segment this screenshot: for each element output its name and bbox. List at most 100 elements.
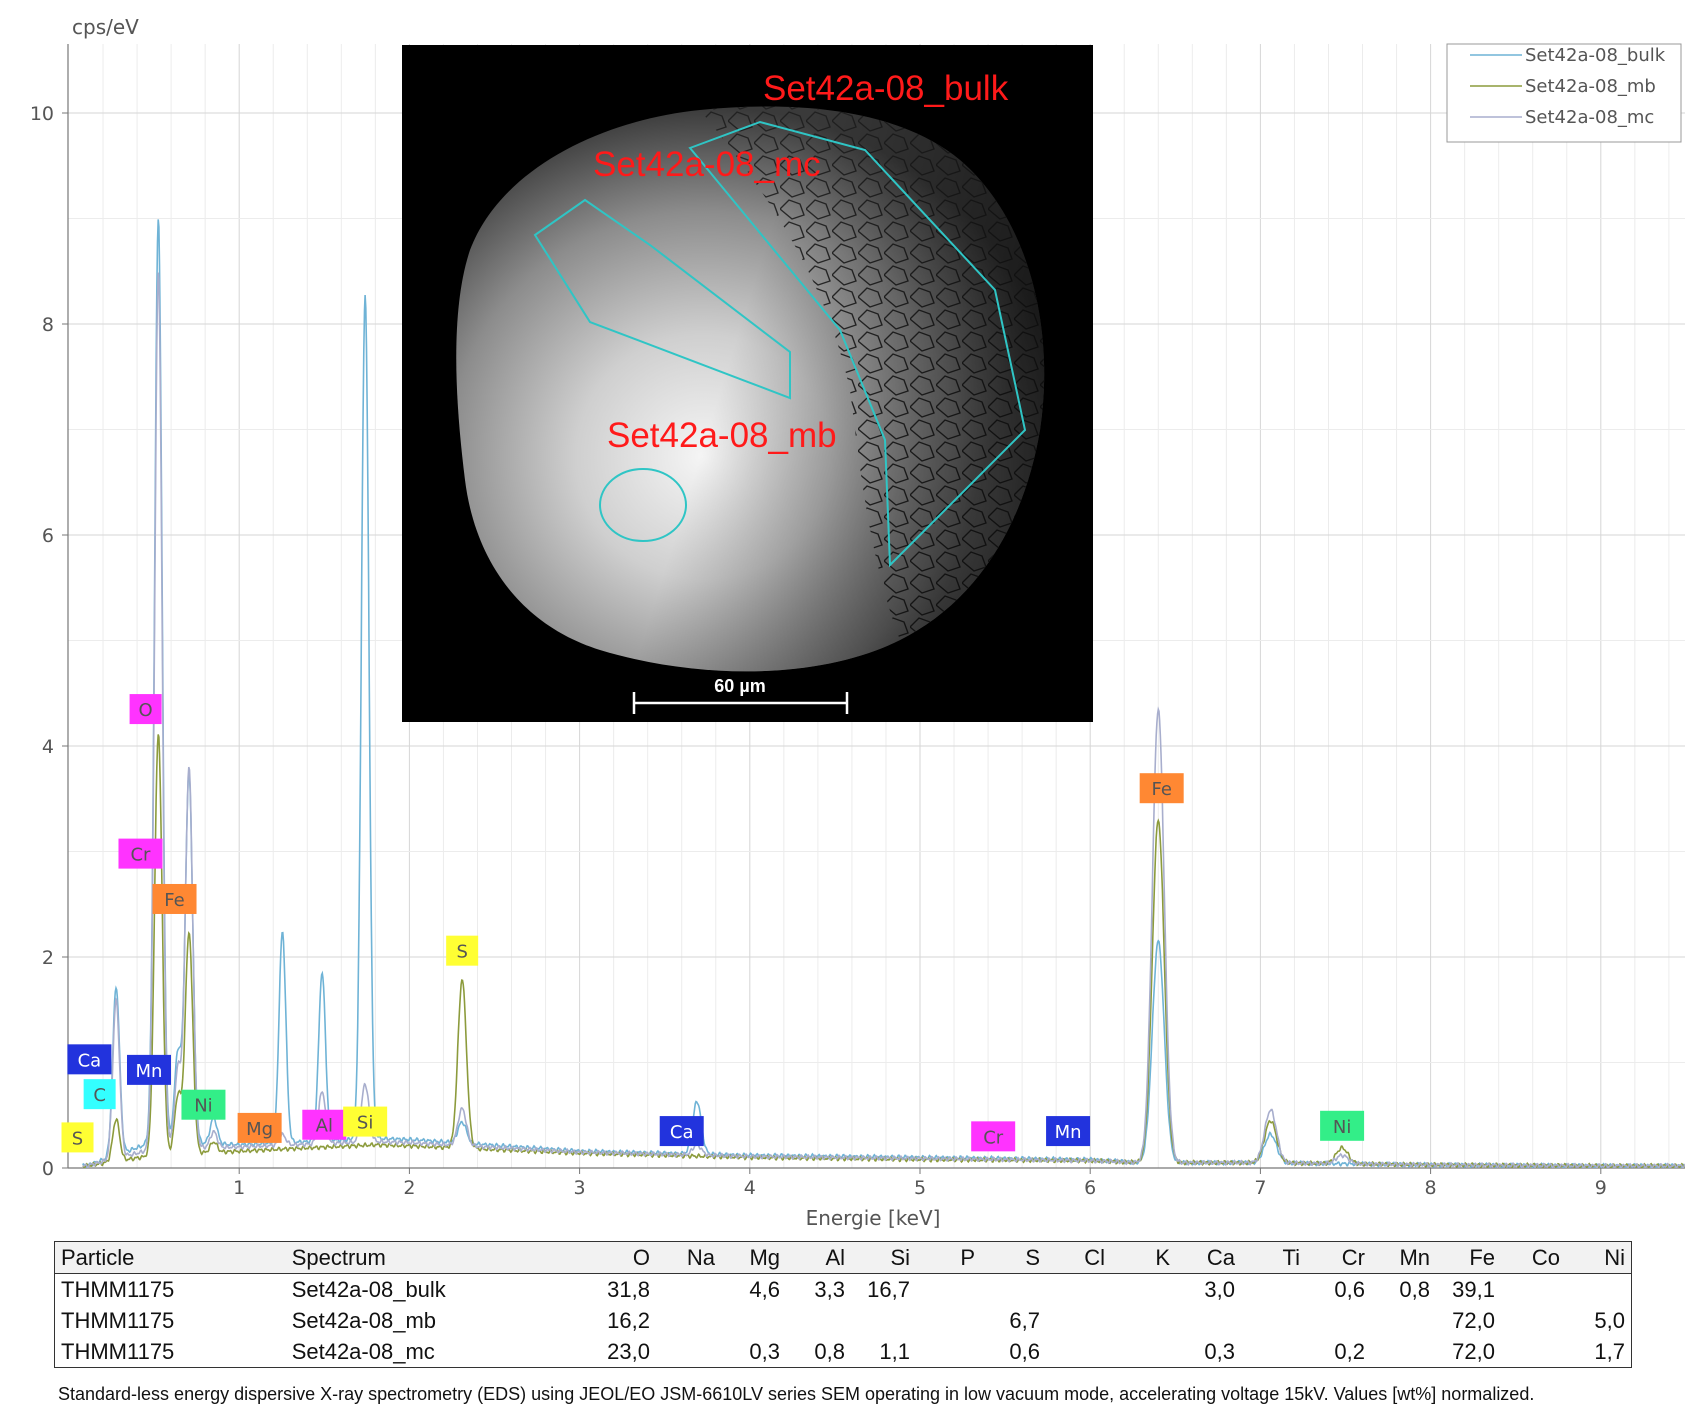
table-cell: 1,1: [879, 1338, 910, 1364]
element-label: Cr: [118, 838, 163, 869]
element-label-text: Cr: [983, 1127, 1004, 1148]
element-label-text: Mn: [1055, 1122, 1082, 1143]
table-cell: 5,0: [1594, 1307, 1625, 1333]
table-cell: [1046, 1274, 1111, 1306]
y-tick-label: 2: [42, 947, 54, 969]
table-cell: 3,3: [814, 1276, 845, 1302]
composition-table: Particle Spectrum O Na Mg Al Si P S Cl K Ca Ti Cr Mn Fe…: [54, 1241, 1632, 1368]
legend-entry: Set42a-08_bulk: [1525, 45, 1666, 66]
table-header-row: Particle Spectrum O Na Mg Al Si P S Cl K Ca Ti Cr Mn Fe…: [54, 1241, 1632, 1274]
table-cell: 31,8: [607, 1276, 650, 1302]
x-tick-label: 5: [914, 1177, 926, 1199]
table-cell: [916, 1274, 981, 1306]
element-label: Cr: [971, 1121, 1016, 1152]
table-cell: THMM1175: [61, 1276, 175, 1302]
x-tick-label: 7: [1254, 1177, 1266, 1199]
element-label: Fe: [152, 883, 197, 914]
x-tick-label: 9: [1595, 1177, 1607, 1199]
x-tick-label: 8: [1425, 1177, 1437, 1199]
table-cell: [1241, 1336, 1306, 1368]
table-cell: 0,6: [1009, 1338, 1040, 1364]
x-tick-label: 4: [744, 1177, 756, 1199]
table-cell: 23,0: [607, 1338, 650, 1364]
legend-entry: Set42a-08_mb: [1525, 76, 1656, 97]
element-label: S: [446, 935, 479, 966]
element-label-text: Ni: [1333, 1117, 1351, 1138]
table-cell: [1566, 1274, 1632, 1306]
y-tick-label: 8: [42, 314, 54, 336]
table-cell: [656, 1274, 721, 1306]
element-label: Al: [302, 1109, 347, 1140]
table-cell: 0,8: [1399, 1276, 1430, 1302]
table-cell: 0,3: [749, 1338, 780, 1364]
element-label-text: Mg: [246, 1119, 273, 1140]
table-body: THMM1175 Set42a-08_bulk 31,8 4,6 3,3 16,7 3,0 0…: [55, 1274, 1632, 1368]
table-cell: [786, 1305, 851, 1336]
table-header-cell: Co: [1501, 1241, 1566, 1274]
bulk-region-label: Set42a-08_bulk: [763, 69, 1009, 108]
table-header-cell: Na: [656, 1241, 721, 1274]
table-header-cell: Ni: [1566, 1241, 1632, 1274]
x-tick-label: 3: [574, 1177, 586, 1199]
mb-region-label: Set42a-08_mb: [607, 416, 837, 455]
table-cell: 16,7: [867, 1276, 910, 1302]
table-cell: [1241, 1305, 1306, 1336]
mc-region-label: Set42a-08_mc: [593, 145, 821, 184]
element-label: Mn: [1046, 1116, 1091, 1147]
element-label-text: Ni: [194, 1096, 212, 1117]
table-header-cell: Si: [851, 1241, 916, 1274]
table-cell: [851, 1305, 916, 1336]
table-cell: 0,2: [1334, 1338, 1365, 1364]
table-row: THMM1175 Set42a-08_bulk 31,8 4,6 3,3 16,7 3,0 0…: [55, 1274, 1632, 1306]
table-header-cell: Ca: [1176, 1241, 1241, 1274]
x-tick-label: 1: [233, 1177, 245, 1199]
table-cell: [1371, 1305, 1436, 1336]
table-cell: [1111, 1336, 1176, 1368]
table-cell: 0,3: [1204, 1338, 1235, 1364]
table-cell: Set42a-08_mb: [291, 1307, 437, 1333]
element-label-text: S: [456, 942, 467, 963]
table-header-cell: S: [981, 1241, 1046, 1274]
table-cell: [1501, 1336, 1566, 1368]
table-cell: Set42a-08_bulk: [291, 1276, 446, 1302]
y-tick-label: 10: [30, 103, 54, 125]
table-cell: [1501, 1305, 1566, 1336]
sem-inset-image: Set42a-08_bulk Set42a-08_mc Set42a-08_mb…: [402, 45, 1093, 722]
element-label: Ni: [1320, 1110, 1365, 1141]
table-cell: [1241, 1274, 1306, 1306]
table-header-cell: Cl: [1046, 1241, 1111, 1274]
scale-bar-label: 60 µm: [714, 676, 765, 696]
table-cell: [981, 1274, 1046, 1306]
x-axis-title: Energie [keV]: [806, 1206, 941, 1230]
y-tick-label: 6: [42, 525, 54, 547]
element-label-text: Ca: [670, 1122, 694, 1143]
legend: Set42a-08_bulk Set42a-08_mb Set42a-08_mc: [1446, 43, 1682, 143]
table-cell: Set42a-08_mc: [291, 1338, 435, 1364]
element-label: Si: [343, 1106, 388, 1137]
element-label-text: Fe: [164, 890, 184, 911]
table-cell: [1111, 1305, 1176, 1336]
element-label: Ni: [181, 1089, 226, 1120]
table-row: THMM1175 Set42a-08_mb 16,2 6,7 72,0 5,0: [55, 1305, 1632, 1336]
table-cell: 72,0: [1452, 1338, 1495, 1364]
element-label-text: Si: [357, 1113, 373, 1134]
table-row: THMM1175 Set42a-08_mc 23,0 0,3 0,8 1,1 0,6 0,3 0…: [55, 1336, 1632, 1368]
element-label-text: Cr: [130, 845, 151, 866]
table-cell: [656, 1336, 721, 1368]
element-label: Ca: [659, 1116, 704, 1147]
table-cell: [1501, 1274, 1566, 1306]
y-tick-label: 0: [42, 1158, 54, 1180]
element-label: O: [129, 694, 162, 725]
particle-shading: [456, 106, 1045, 672]
element-label-text: O: [139, 700, 153, 721]
element-label: Mg: [237, 1112, 282, 1143]
table-header-cell: Fe: [1436, 1241, 1501, 1274]
y-tick-label: 4: [42, 736, 54, 758]
table-cell: [1046, 1305, 1111, 1336]
table-cell: [721, 1305, 786, 1336]
table-cell: 39,1: [1452, 1276, 1495, 1302]
table-cell: [916, 1305, 981, 1336]
table-cell: 72,0: [1452, 1307, 1495, 1333]
table-header-cell: Mg: [721, 1241, 786, 1274]
table-cell: 1,7: [1594, 1338, 1625, 1364]
